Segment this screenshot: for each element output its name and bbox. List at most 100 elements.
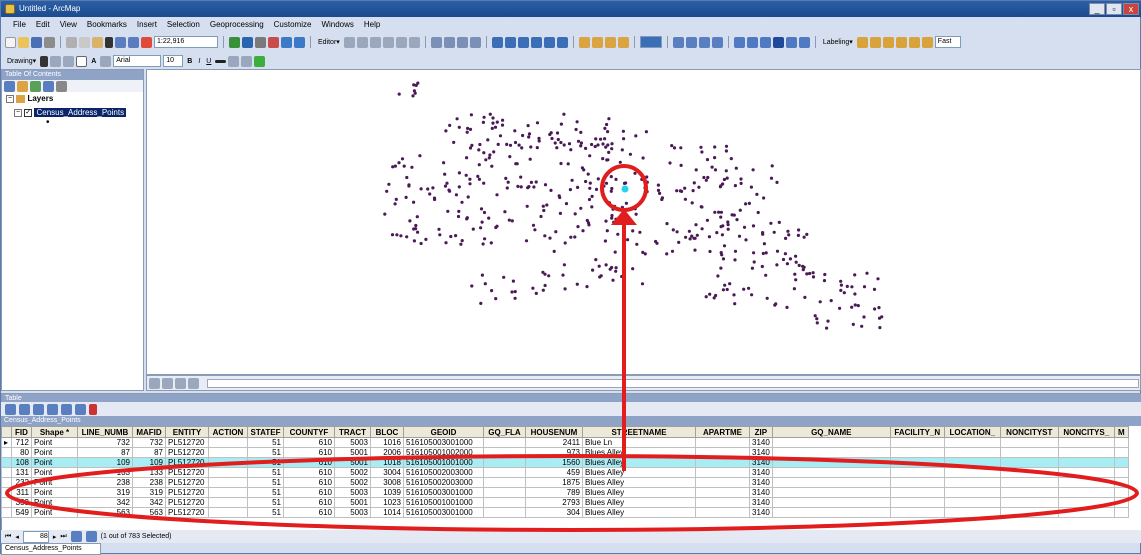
address-point[interactable]	[604, 145, 608, 149]
address-point[interactable]	[658, 191, 662, 195]
address-point[interactable]	[520, 146, 524, 150]
address-point[interactable]	[645, 180, 649, 184]
address-point[interactable]	[404, 195, 408, 199]
address-point[interactable]	[524, 239, 529, 243]
address-point[interactable]	[714, 293, 718, 298]
advanced-edit-icon[interactable]	[469, 36, 481, 48]
table-cell[interactable]: 516105001002000	[403, 447, 484, 458]
address-point[interactable]	[611, 207, 615, 211]
address-point[interactable]	[610, 147, 614, 151]
address-point[interactable]	[876, 277, 880, 281]
address-point[interactable]	[603, 137, 607, 141]
underline-icon[interactable]: U	[204, 58, 213, 65]
address-point[interactable]	[775, 249, 780, 253]
table-cell[interactable]	[771, 457, 891, 468]
address-point[interactable]	[815, 317, 819, 321]
address-point[interactable]	[675, 230, 679, 234]
address-point[interactable]	[634, 212, 638, 216]
address-point[interactable]	[719, 266, 723, 270]
table-cell[interactable]	[771, 497, 891, 508]
address-point[interactable]	[764, 273, 768, 277]
table-cell[interactable]: 516105003001000	[403, 437, 484, 448]
table-cell[interactable]: 549	[11, 507, 32, 518]
undo-icon[interactable]	[115, 36, 126, 48]
address-point[interactable]	[479, 301, 483, 305]
table-cell[interactable]	[943, 507, 1001, 518]
address-point[interactable]	[527, 132, 532, 136]
address-point[interactable]	[724, 169, 728, 173]
address-point[interactable]	[670, 144, 674, 148]
address-point[interactable]	[495, 120, 499, 124]
table-cell[interactable]: 516105002003000	[403, 477, 484, 488]
table-cell[interactable]: 51	[247, 507, 284, 518]
address-point[interactable]	[457, 185, 461, 189]
address-point[interactable]	[478, 142, 482, 147]
related-tables-icon[interactable]	[19, 403, 30, 415]
address-point[interactable]	[770, 164, 774, 168]
address-point[interactable]	[728, 282, 732, 286]
table-cell[interactable]	[999, 507, 1059, 518]
address-point[interactable]	[733, 302, 737, 306]
address-point[interactable]	[724, 144, 729, 148]
editor-menu[interactable]: Editor▾	[316, 38, 342, 46]
table-cell[interactable]: PL512720	[165, 467, 209, 478]
toc-layers-row[interactable]: − Layers	[2, 92, 143, 106]
column-header[interactable]: STATEF	[247, 426, 284, 438]
table-cell[interactable]	[483, 507, 526, 518]
address-point[interactable]	[793, 272, 797, 276]
address-point[interactable]	[559, 122, 563, 126]
address-point[interactable]	[584, 179, 588, 184]
address-point[interactable]	[513, 140, 518, 145]
table-cell[interactable]	[771, 447, 891, 458]
column-header[interactable]: NONCITYST	[999, 426, 1059, 438]
table-cell[interactable]: 516105002003000	[403, 467, 484, 478]
address-point[interactable]	[752, 251, 756, 255]
table-cell[interactable]	[483, 457, 526, 468]
address-point[interactable]	[547, 274, 551, 278]
table-cell[interactable]: 51	[247, 447, 284, 458]
address-point[interactable]	[514, 162, 518, 166]
table-cell[interactable]: 2411	[525, 437, 583, 448]
address-point[interactable]	[559, 161, 563, 166]
address-point[interactable]	[796, 233, 801, 237]
table-cell[interactable]: 333	[11, 497, 32, 508]
table-row[interactable]: ▸ 712 Point 732 732 PL512720 51 610 5003 1016 5161…	[1, 437, 1129, 448]
address-point[interactable]	[613, 204, 617, 208]
address-point[interactable]	[877, 316, 882, 320]
address-point[interactable]	[734, 166, 738, 170]
table-cell[interactable]	[1057, 507, 1115, 518]
graph-icon[interactable]	[591, 36, 603, 48]
address-point[interactable]	[772, 230, 776, 234]
table-cell[interactable]	[1057, 487, 1115, 498]
table-cell[interactable]: 131	[11, 467, 32, 478]
address-point[interactable]	[802, 235, 806, 239]
address-point[interactable]	[747, 201, 752, 205]
address-point[interactable]	[563, 241, 567, 245]
table-cell[interactable]: 2006	[370, 447, 404, 458]
table-cell[interactable]	[999, 497, 1059, 508]
address-point[interactable]	[693, 248, 697, 252]
address-point[interactable]	[726, 227, 730, 231]
address-point[interactable]	[477, 148, 481, 152]
python-icon[interactable]	[294, 36, 305, 48]
address-point[interactable]	[490, 289, 494, 293]
address-point[interactable]	[387, 182, 391, 186]
address-point[interactable]	[737, 234, 742, 238]
address-point[interactable]	[400, 157, 405, 161]
address-point[interactable]	[773, 303, 777, 307]
close-button[interactable]: x	[1123, 3, 1139, 15]
address-point[interactable]	[564, 202, 569, 206]
table-cell[interactable]	[208, 497, 248, 508]
table-cell[interactable]	[999, 487, 1059, 498]
open-icon[interactable]	[18, 36, 29, 48]
table-cell[interactable]: 80	[11, 447, 32, 458]
previous-record-button[interactable]: ◂	[15, 533, 19, 541]
address-point[interactable]	[579, 144, 583, 148]
address-point[interactable]	[582, 168, 586, 172]
delete-selected-icon[interactable]	[89, 403, 97, 415]
address-point[interactable]	[655, 241, 659, 245]
table-cell[interactable]: 2793	[525, 497, 583, 508]
table-cell[interactable]	[1113, 467, 1129, 478]
address-point[interactable]	[492, 150, 496, 154]
table-tab[interactable]: Census_Address_Points	[1, 543, 101, 555]
